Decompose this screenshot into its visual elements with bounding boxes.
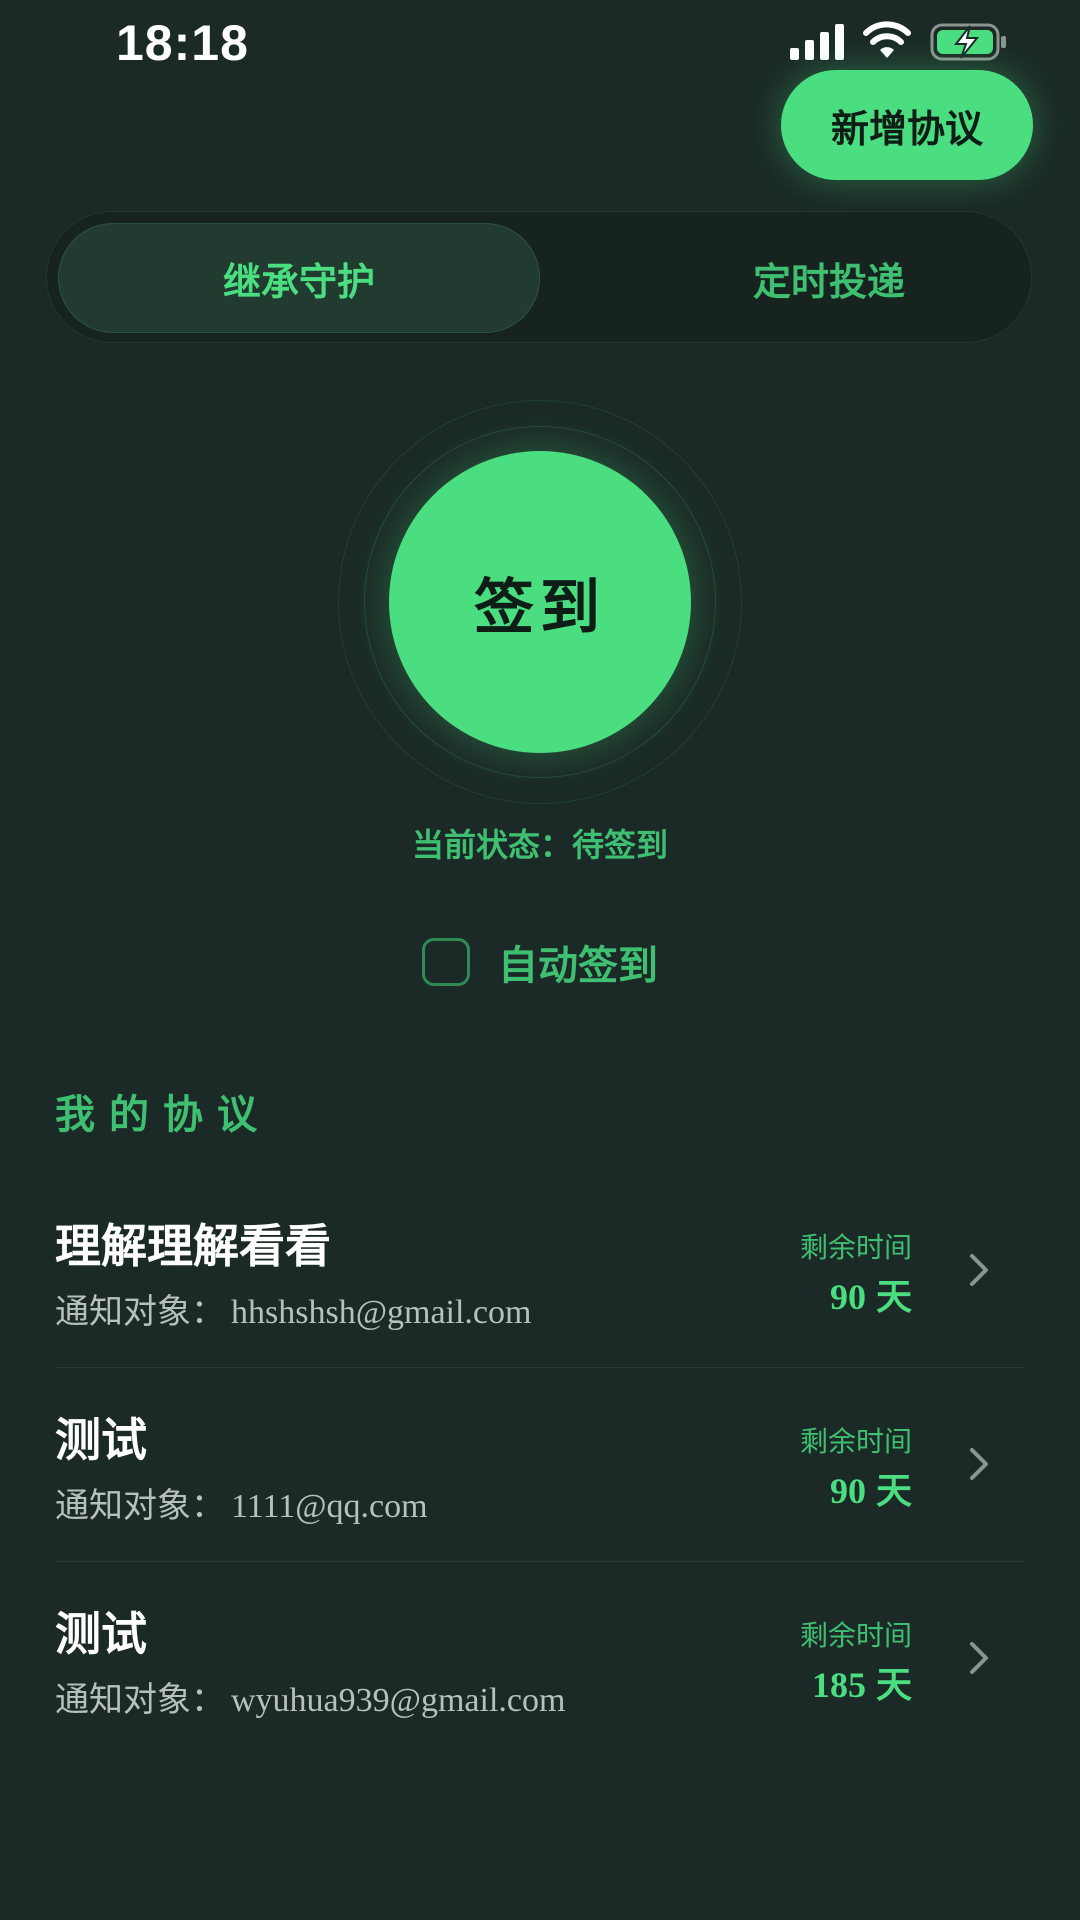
list-item[interactable]: 理解理解看看 通知对象： hhshshsh@gmail.com 剩余时间 90 天 (55, 1174, 1025, 1368)
signal-icon (790, 24, 844, 60)
auto-checkin-checkbox[interactable] (422, 938, 470, 986)
notify-label: 通知对象： (55, 1486, 225, 1526)
remaining-time-value: 90 天 (830, 1462, 912, 1514)
remaining-days: 185 (811, 1665, 866, 1705)
remaining-unit: 天 (875, 1665, 912, 1706)
notify-label: 通知对象： (55, 1680, 225, 1720)
tab-inheritance-guard[interactable]: 继承守护 (58, 223, 540, 333)
list-item[interactable]: 测试 通知对象： 1111@qq.com 剩余时间 90 天 (55, 1368, 1025, 1562)
chevron-right-icon (970, 1254, 988, 1286)
notify-target: 通知对象： hhshshsh@gmail.com (55, 1284, 531, 1333)
remaining-unit: 天 (875, 1277, 912, 1318)
auto-checkin-toggle[interactable]: 自动签到 (422, 936, 658, 989)
auto-checkin-label: 自动签到 (498, 943, 658, 989)
remaining-time-value: 90 天 (830, 1268, 912, 1320)
notify-email: hhshshsh@gmail.com (231, 1294, 532, 1331)
remaining-unit: 天 (875, 1471, 912, 1512)
section-title: 我的协议 (55, 1092, 271, 1138)
notify-email: wyuhua939@gmail.com (231, 1682, 566, 1719)
wifi-icon (863, 21, 911, 58)
remaining-days: 90 (829, 1471, 866, 1511)
status-time: 18:18 (116, 15, 249, 71)
agreement-title: 测试 (55, 1607, 147, 1661)
agreement-title: 测试 (55, 1413, 147, 1467)
add-agreement-button[interactable]: 新增协议 (781, 70, 1033, 180)
battery-charging-icon (930, 23, 1006, 61)
notify-email: 1111@qq.com (231, 1488, 428, 1525)
remaining-time-label: 剩余时间 (799, 1425, 912, 1458)
chevron-right-icon (970, 1642, 988, 1674)
checkin-status-text: 当前状态：待签到 (411, 826, 668, 864)
tab-scheduled-delivery[interactable]: 定时投递 (587, 223, 1071, 333)
remaining-days: 90 (829, 1277, 866, 1317)
chevron-right-icon (970, 1448, 988, 1480)
agreement-list: 理解理解看看 通知对象： hhshshsh@gmail.com 剩余时间 90 天 … (55, 1174, 1025, 1756)
notify-label: 通知对象： (55, 1292, 225, 1332)
agreement-title: 理解理解看看 (55, 1219, 331, 1273)
mode-tabs: 继承守护 定时投递 (46, 211, 1032, 343)
notify-target: 通知对象： wyuhua939@gmail.com (55, 1672, 565, 1721)
remaining-time-label: 剩余时间 (799, 1231, 912, 1264)
checkin-button[interactable]: 签到 (389, 451, 691, 753)
notify-target: 通知对象： 1111@qq.com (55, 1478, 428, 1527)
remaining-time-label: 剩余时间 (799, 1619, 912, 1652)
remaining-time-value: 185 天 (812, 1656, 912, 1708)
list-item[interactable]: 测试 通知对象： wyuhua939@gmail.com 剩余时间 185 天 (55, 1562, 1025, 1756)
